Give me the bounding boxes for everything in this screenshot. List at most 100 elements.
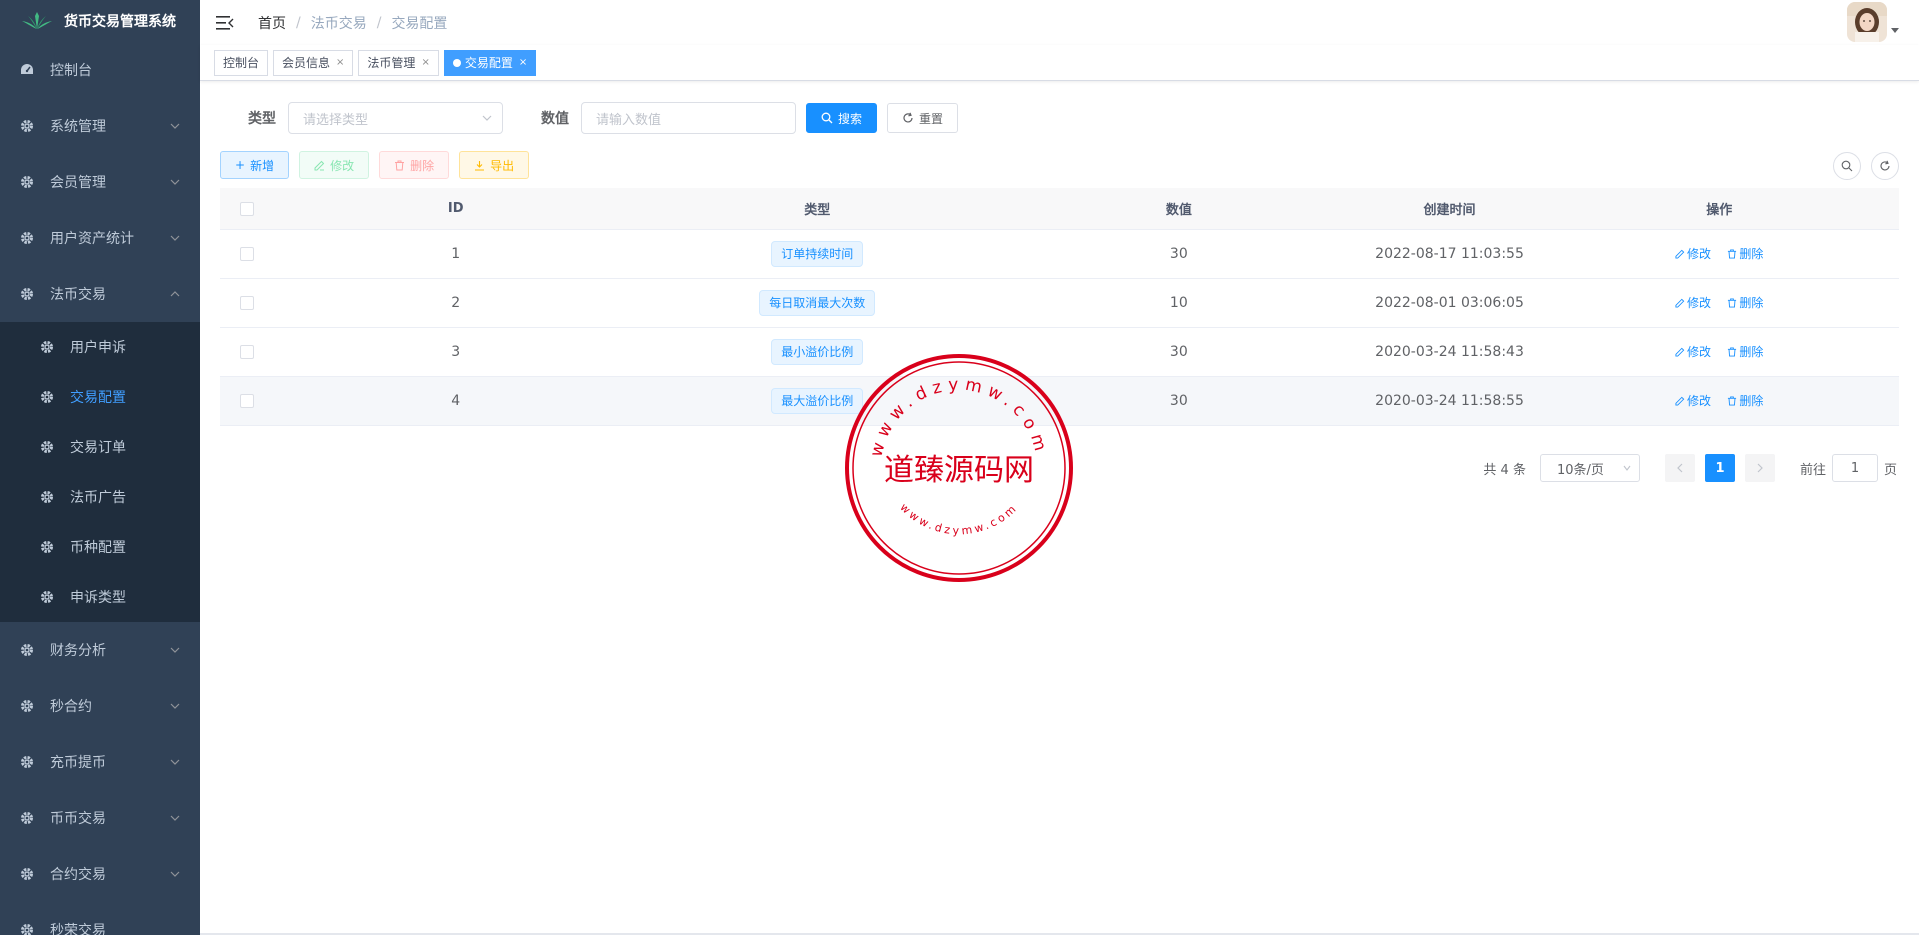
row-delete-link[interactable]: 删除 (1727, 294, 1763, 311)
value-input-placeholder: 请输入数值 (596, 112, 662, 128)
row-edit-link[interactable]: 修改 (1675, 392, 1711, 409)
sidebar-subitem-fiat-ads[interactable]: 法币广告 (0, 472, 200, 522)
row-delete-link[interactable]: 删除 (1727, 245, 1763, 262)
tag-member-info[interactable]: 会员信息 × (273, 49, 354, 76)
page-size-value: 10条/页 (1556, 462, 1604, 478)
table-row[interactable]: 2 每日取消最大次数 10 2022-08-01 03:06:05 修改 删除 (220, 279, 1899, 328)
column-header-created[interactable]: 创建时间 (1360, 199, 1540, 218)
tag-trade-config[interactable]: 交易配置 × (443, 49, 537, 76)
column-header-type[interactable]: 类型 (637, 199, 999, 218)
prev-page-button[interactable] (1664, 454, 1695, 482)
toggle-search-button[interactable] (1833, 152, 1861, 180)
edit-button[interactable]: 修改 (299, 151, 370, 179)
row-edit-link[interactable]: 修改 (1675, 245, 1711, 262)
sidebar-item-coin-trade[interactable]: 币币交易 (0, 790, 200, 846)
row-edit-link[interactable]: 修改 (1675, 343, 1711, 360)
sidebar-item-label: 合约交易 (50, 867, 106, 883)
add-button[interactable]: + 新增 (220, 151, 290, 179)
sidebar-item-asset-stats[interactable]: 用户资产统计 (0, 210, 200, 266)
sidebar-subitem-appeals[interactable]: 用户申诉 (0, 322, 200, 372)
refresh-button[interactable] (1871, 152, 1899, 180)
chevron-left-icon (1677, 463, 1683, 473)
tag-fiat-manage[interactable]: 法币管理 × (358, 49, 439, 76)
sidebar-item-fiat-trade[interactable]: 法币交易 (0, 266, 200, 322)
sidebar-item-second-contract[interactable]: 秒合约 (0, 678, 200, 734)
user-menu[interactable] (1847, 2, 1899, 42)
row-checkbox[interactable] (240, 247, 255, 261)
gear-icon (40, 590, 54, 604)
chevron-down-icon (170, 759, 180, 765)
row-edit-label: 修改 (1686, 345, 1711, 360)
close-icon[interactable]: × (519, 51, 527, 75)
sidebar-item-dashboard[interactable]: 控制台 (0, 42, 200, 98)
export-button[interactable]: 导出 (459, 151, 530, 179)
sidebar-subitem-label: 用户申诉 (70, 340, 126, 356)
row-checkbox[interactable] (240, 394, 255, 408)
sidebar-logo[interactable]: 货币交易管理系统 (0, 0, 200, 42)
sidebar-item-system[interactable]: 系统管理 (0, 98, 200, 154)
column-header-value[interactable]: 数值 (998, 199, 1360, 218)
cell-actions: 修改 删除 (1539, 343, 1899, 361)
select-all-checkbox[interactable] (240, 201, 255, 216)
row-delete-link[interactable]: 删除 (1727, 343, 1763, 360)
add-button-label: 新增 (250, 158, 275, 173)
close-icon[interactable]: × (336, 51, 344, 75)
cell-id: 4 (451, 393, 461, 409)
breadcrumb-separator: / (376, 14, 382, 31)
next-page-button[interactable] (1744, 454, 1775, 482)
value-input[interactable]: 请输入数值 (581, 102, 796, 134)
type-tag: 每日取消最大次数 (759, 290, 876, 316)
page-size-select[interactable]: 10条/页 (1539, 454, 1640, 482)
sidebar-item-contract-trade[interactable]: 合约交易 (0, 846, 200, 902)
sidebar-item-members[interactable]: 会员管理 (0, 154, 200, 210)
sidebar-subitem-currency-config[interactable]: 币种配置 (0, 522, 200, 572)
search-button[interactable]: 搜索 (806, 103, 878, 133)
hamburger-icon[interactable] (216, 15, 234, 31)
breadcrumb-home[interactable]: 首页 (258, 13, 286, 33)
refresh-icon (1880, 160, 1890, 171)
page-number-button[interactable]: 1 (1704, 454, 1735, 482)
search-icon (1841, 160, 1853, 172)
table-tools (1823, 152, 1899, 180)
sidebar-item-finance[interactable]: 财务分析 (0, 622, 200, 678)
column-header-id[interactable]: ID (275, 201, 637, 216)
export-button-label: 导出 (490, 158, 515, 173)
row-checkbox[interactable] (240, 345, 255, 359)
sidebar-item-label: 会员管理 (50, 175, 106, 191)
download-icon (474, 160, 485, 171)
column-header-actions: 操作 (1706, 203, 1733, 218)
tag-dashboard[interactable]: 控制台 (214, 49, 269, 76)
sidebar-subitem-label: 申诉类型 (70, 590, 126, 606)
row-delete-label: 删除 (1739, 247, 1764, 262)
reset-button[interactable]: 重置 (887, 103, 959, 133)
sidebar-item-more[interactable]: 秒荣交易 (0, 902, 200, 935)
sidebar-item-label: 秒荣交易 (50, 923, 106, 935)
delete-button[interactable]: 删除 (379, 151, 450, 179)
active-dot-icon (452, 58, 461, 67)
sidebar-subitem-label: 交易配置 (70, 390, 126, 406)
type-tag: 最小溢价比例 (771, 339, 864, 365)
navbar: 首页 / 法币交易 / 交易配置 (200, 0, 1919, 45)
row-checkbox[interactable] (240, 296, 255, 310)
header-checkbox-cell (220, 201, 275, 216)
chevron-right-icon (1757, 463, 1763, 473)
avatar[interactable] (1847, 2, 1887, 42)
table-row[interactable]: 1 订单持续时间 30 2022-08-17 11:03:55 修改 删除 (220, 230, 1899, 279)
close-icon[interactable]: × (421, 51, 429, 75)
sidebar-subitem-appeal-types[interactable]: 申诉类型 (0, 572, 200, 622)
table-row[interactable]: 4 最大溢价比例 30 2020-03-24 11:58:55 修改 删除 (220, 377, 1899, 426)
table-row[interactable]: 3 最小溢价比例 30 2020-03-24 11:58:43 修改 删除 (220, 328, 1899, 377)
sidebar-subitem-trade-config[interactable]: 交易配置 (0, 372, 200, 422)
logo-icon (22, 12, 52, 29)
page-jump-input[interactable]: 1 (1831, 454, 1878, 482)
type-select[interactable]: 请选择类型 (288, 102, 503, 134)
row-edit-link[interactable]: 修改 (1675, 294, 1711, 311)
gear-icon (20, 175, 34, 189)
gear-icon (40, 540, 54, 554)
sidebar-item-deposit-withdraw[interactable]: 充币提币 (0, 734, 200, 790)
sidebar-subitem-trade-orders[interactable]: 交易订单 (0, 422, 200, 472)
sidebar-item-label: 充币提币 (50, 755, 106, 771)
row-delete-link[interactable]: 删除 (1727, 392, 1763, 409)
gear-icon (20, 643, 34, 657)
tag-label: 控制台 (223, 55, 260, 70)
